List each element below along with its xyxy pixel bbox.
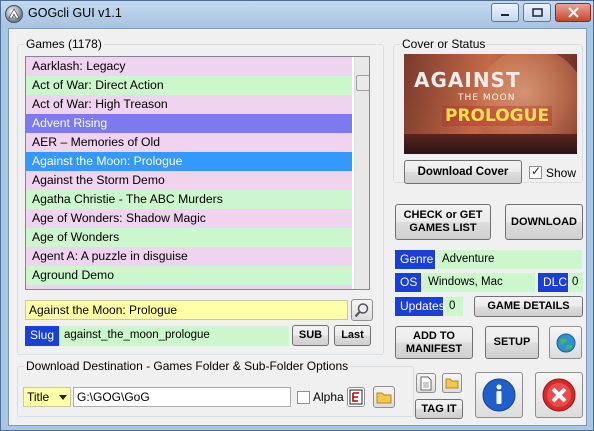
window-title: GOGcli GUI v1.1	[28, 6, 122, 20]
destination-group-label: Download Destination - Games Folder & Su…	[26, 359, 349, 373]
info-button[interactable]	[475, 372, 523, 418]
last-button[interactable]: Last	[334, 325, 371, 346]
cover-title-line2: THE MOON	[458, 93, 516, 103]
cover-title-line3: PROLOGUE	[442, 106, 553, 126]
alpha-label: Alpha	[313, 390, 344, 404]
game-list-item[interactable]: Act of War: Direct Action	[26, 76, 352, 95]
maximize-icon	[531, 8, 543, 17]
dlc-label: DLC	[538, 273, 568, 292]
app-logo-icon[interactable]	[5, 5, 23, 23]
updates-label: Updates	[395, 297, 445, 316]
genre-label: Genre	[395, 250, 435, 269]
minimize-button[interactable]	[491, 3, 519, 22]
document-icon	[420, 376, 432, 390]
alpha-checkbox[interactable]	[297, 391, 310, 404]
chevron-down-icon	[59, 395, 67, 400]
sub-button[interactable]: SUB	[292, 325, 329, 346]
close-window-button[interactable]	[555, 3, 591, 22]
search-button[interactable]	[351, 299, 373, 321]
tag-it-button[interactable]: TAG IT	[415, 399, 463, 419]
game-list-item[interactable]: Aground Demo	[26, 266, 352, 285]
game-list-item[interactable]: Age of Wonders	[26, 228, 352, 247]
updates-value: 0	[445, 297, 463, 316]
game-list-item[interactable]: Act of War: High Treason	[26, 95, 352, 114]
close-icon	[567, 7, 579, 18]
games-list[interactable]: Aarklash: Legacy Act of War: Direct Actio…	[25, 56, 370, 290]
slug-field[interactable]: against_the_moon_prologue	[59, 326, 289, 346]
destination-path-input[interactable]: G:\GOG\GoG	[73, 387, 291, 407]
setup-button[interactable]: SETUP	[485, 326, 539, 359]
game-list-item[interactable]: Age of Wonders: Shadow Magic	[26, 209, 352, 228]
browse-folder-button[interactable]	[373, 386, 395, 408]
folder-button[interactable]	[442, 373, 462, 393]
os-value: Windows, Mac	[423, 273, 535, 292]
app-window: GOGcli GUI v1.1 Games (1178) Aarklash: L…	[0, 0, 594, 431]
folder-option-select[interactable]: Title	[23, 387, 71, 407]
cover-group-label: Cover or Status	[402, 37, 486, 51]
document-button[interactable]	[416, 373, 436, 393]
cover-image: AGAINST THE MOON PROLOGUE	[404, 54, 577, 154]
cover-title-line1: AGAINST	[414, 68, 521, 92]
subfolder-button[interactable]	[347, 387, 365, 407]
folder-option-value: Title	[27, 390, 50, 404]
show-cover-label: Show	[546, 166, 577, 180]
globe-icon	[556, 333, 575, 352]
check-get-games-list-button[interactable]: CHECK or GET GAMES LIST	[395, 204, 491, 240]
game-list-item[interactable]: AER – Memories of Old	[26, 133, 352, 152]
show-cover-checkbox[interactable]	[529, 164, 542, 179]
info-icon	[482, 378, 516, 412]
web-button[interactable]	[549, 326, 582, 359]
game-list-item[interactable]: Agent A: A puzzle in disguise	[26, 247, 352, 266]
os-label: OS	[395, 273, 421, 292]
games-list-scrollbar[interactable]	[354, 57, 369, 289]
selected-title-field[interactable]: Against the Moon: Prologue	[25, 300, 348, 320]
add-to-manifest-button[interactable]: ADD TO MANIFEST	[395, 326, 473, 359]
dlc-value: 0	[569, 273, 583, 292]
minimize-icon	[501, 13, 509, 16]
game-list-item[interactable]: Advent Rising	[26, 114, 352, 133]
slug-label: Slug	[25, 326, 59, 346]
game-list-item[interactable]: Against the Storm Demo	[26, 171, 352, 190]
folder-icon	[445, 378, 459, 389]
cover-ground	[404, 134, 577, 154]
magnifier-icon	[354, 303, 369, 318]
download-cover-button[interactable]: Download Cover	[404, 160, 522, 184]
game-list-item[interactable]	[26, 285, 352, 289]
games-group-label: Games (1178)	[26, 37, 102, 51]
game-details-button[interactable]: GAME DETAILS	[474, 296, 583, 317]
game-list-item[interactable]: Agatha Christie - The ABC Murders	[26, 190, 352, 209]
folder-icon	[376, 392, 392, 404]
game-list-item[interactable]: Against the Moon: Prologue	[26, 152, 352, 171]
close-circle-icon	[542, 378, 576, 412]
scrollbar-thumb[interactable]	[356, 75, 369, 91]
exit-button[interactable]	[535, 372, 583, 418]
client-area: Games (1178) Aarklash: Legacy Act of War:…	[8, 28, 587, 426]
genre-value: Adventure	[437, 250, 582, 269]
maximize-button[interactable]	[523, 3, 551, 22]
download-button[interactable]: DOWNLOAD	[505, 204, 583, 240]
title-bar[interactable]: GOGcli GUI v1.1	[1, 1, 593, 27]
folder-tree-icon	[349, 389, 363, 405]
game-list-item[interactable]: Aarklash: Legacy	[26, 57, 352, 76]
